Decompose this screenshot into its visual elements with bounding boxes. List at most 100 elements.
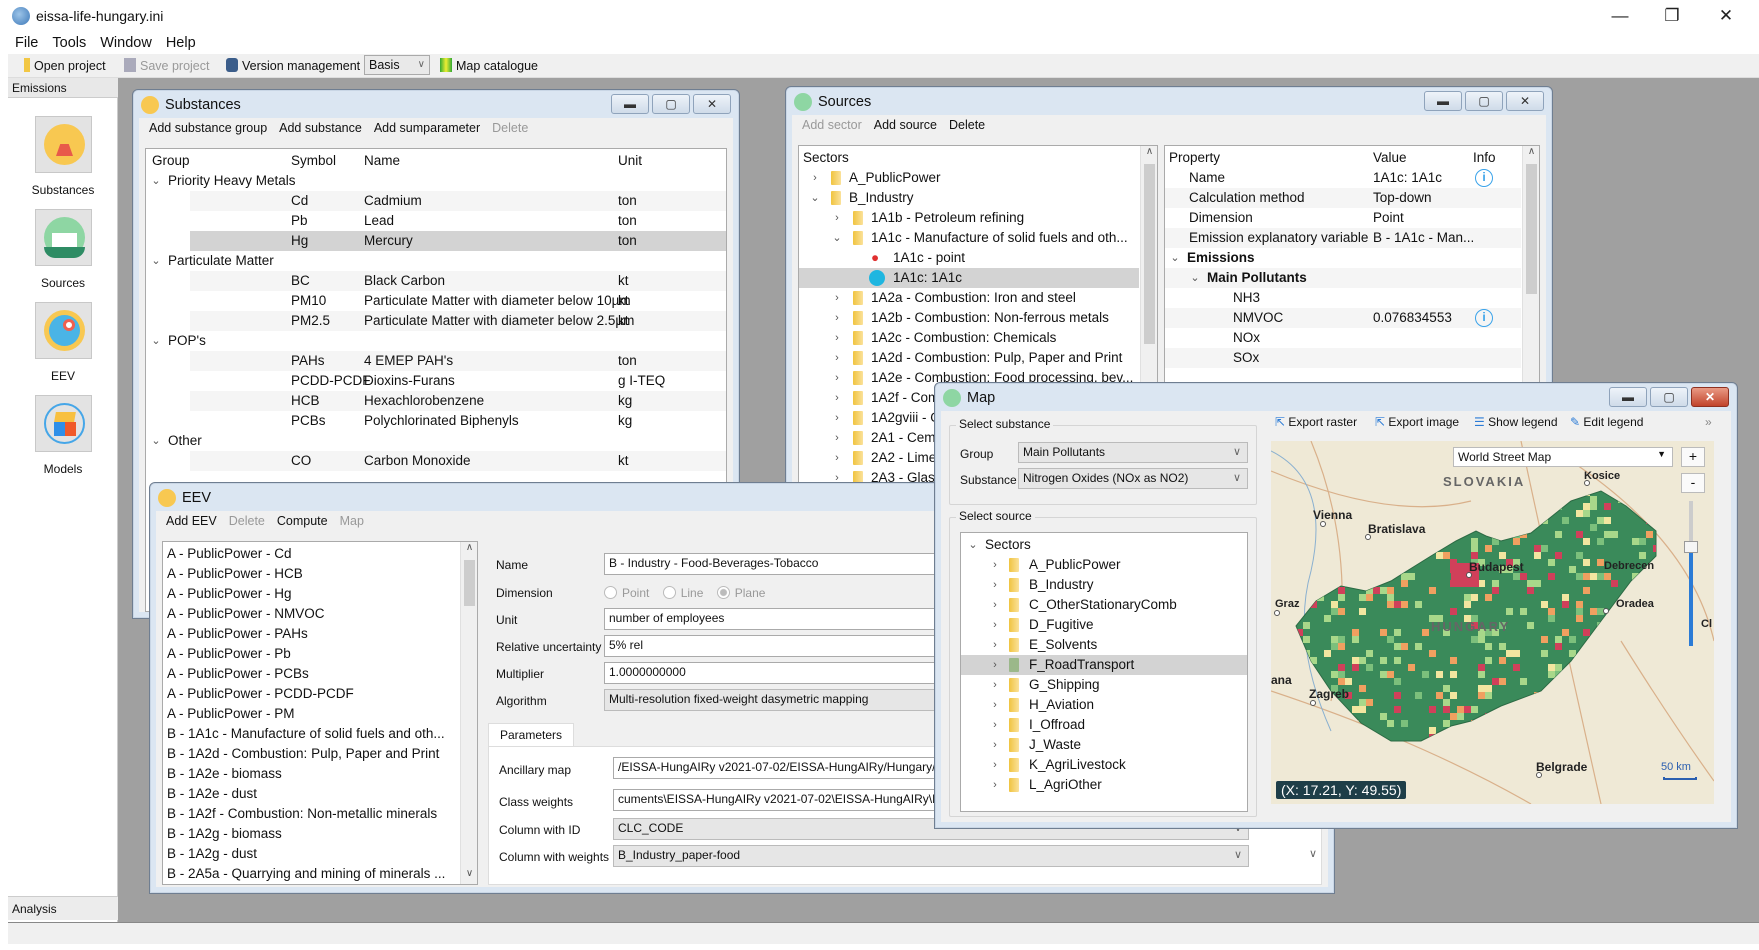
maximize-button[interactable]: ▢ <box>652 94 690 114</box>
chevron-right-icon[interactable]: › <box>809 168 821 188</box>
property-row[interactable]: Name 1A1c: 1A1c i <box>1165 168 1521 188</box>
eev-list-item[interactable]: A - PublicPower - Cd <box>163 544 459 564</box>
substance-select[interactable]: Nitrogen Oxides (NOx as NO2) ∨ <box>1018 468 1248 489</box>
column-header-name[interactable]: Name <box>364 151 400 171</box>
zoom-in-button[interactable]: + <box>1681 447 1705 467</box>
zoom-slider-handle[interactable] <box>1684 541 1698 554</box>
chevron-down-icon[interactable]: ⌄ <box>809 188 821 208</box>
minimize-button[interactable]: ▬ <box>611 94 649 114</box>
tree-item[interactable]: › B_Industry <box>961 575 1247 595</box>
delete-button[interactable]: Delete <box>949 118 985 132</box>
property-row[interactable]: Dimension Point <box>1165 208 1521 228</box>
add-source-button[interactable]: Add source <box>874 118 937 132</box>
eev-list-item[interactable]: A - PublicPower - Hg <box>163 584 459 604</box>
add-sumparameter-button[interactable]: Add sumparameter <box>374 121 480 135</box>
maximize-button[interactable]: ▢ <box>1465 91 1503 111</box>
column-header-value[interactable]: Value <box>1373 148 1407 168</box>
chevron-right-icon[interactable]: › <box>831 388 843 408</box>
scrollbar-thumb[interactable] <box>1526 164 1537 294</box>
radio-line[interactable]: Line <box>662 586 703 600</box>
minimize-button[interactable]: ▬ <box>1609 387 1647 407</box>
version-select[interactable]: Basis ∨ <box>364 55 430 75</box>
tree-item[interactable]: › L_AgriOther <box>961 775 1247 795</box>
show-legend-button[interactable]: ☰ Show legend <box>1474 415 1558 429</box>
eev-list-item[interactable]: B - 1A2f - Combustion: Non-metallic mine… <box>163 804 459 824</box>
table-row[interactable]: PM10 Particulate Matter with diameter bel… <box>190 291 726 311</box>
column-header-symbol[interactable]: Symbol <box>291 151 336 171</box>
tree-item[interactable]: › E_Solvents <box>961 635 1247 655</box>
group-select[interactable]: Main Pollutants ∨ <box>1018 442 1248 463</box>
chevron-right-icon[interactable]: › <box>989 555 1001 575</box>
export-raster-button[interactable]: ⇱ Export raster <box>1275 415 1357 429</box>
tree-item[interactable]: ● 1A1c - point <box>799 248 1139 268</box>
eev-list-item[interactable]: A - PublicPower - PCBs <box>163 664 459 684</box>
table-row[interactable]: PAHs 4 EMEP PAH's ton <box>190 351 726 371</box>
chevron-right-icon[interactable]: › <box>831 288 843 308</box>
scrollbar-thumb[interactable] <box>1144 164 1155 344</box>
restore-button[interactable]: ❐ <box>1652 4 1692 28</box>
close-button[interactable]: ✕ <box>693 94 731 114</box>
eev-list-item[interactable]: B - 1A2g - dust <box>163 844 459 864</box>
group-row[interactable]: ⌄ Other <box>146 431 726 451</box>
save-project-button[interactable]: Save project <box>124 57 209 75</box>
chevron-right-icon[interactable]: › <box>831 448 843 468</box>
chevron-down-icon[interactable]: ⌄ <box>150 251 162 271</box>
group-row[interactable]: ⌄ Priority Heavy Metals <box>146 171 726 191</box>
table-row[interactable]: CO Carbon Monoxide kt <box>190 451 726 471</box>
tab-parameters[interactable]: Parameters <box>488 723 574 747</box>
close-button[interactable]: ✕ <box>1506 91 1544 111</box>
chevron-down-icon[interactable]: ⌄ <box>1189 268 1201 288</box>
eev-list-item[interactable]: A - PublicPower - NMVOC <box>163 604 459 624</box>
tree-item[interactable]: › 1A2c - Combustion: Chemicals <box>799 328 1139 348</box>
chevron-right-icon[interactable]: › <box>831 428 843 448</box>
eev-list-item[interactable]: B - 1A2d - Combustion: Pulp, Paper and P… <box>163 744 459 764</box>
add-substance-button[interactable]: Add substance <box>279 121 362 135</box>
column-header-unit[interactable]: Unit <box>618 151 642 171</box>
property-row[interactable]: NH3 <box>1165 288 1521 308</box>
scroll-down-icon[interactable]: ∨ <box>461 868 477 884</box>
eev-list-item[interactable]: A - PublicPower - PAHs <box>163 624 459 644</box>
chevron-right-icon[interactable]: › <box>989 695 1001 715</box>
add-sector-button[interactable]: Add sector <box>802 118 862 132</box>
map-catalogue-button[interactable]: Map catalogue <box>440 57 538 75</box>
version-management-button[interactable]: Version management <box>226 57 360 75</box>
chevron-down-icon[interactable]: ⌄ <box>150 171 162 191</box>
tree-item[interactable]: › A_PublicPower <box>961 555 1247 575</box>
chevron-right-icon[interactable]: › <box>989 575 1001 595</box>
table-row[interactable]: PM2.5 Particulate Matter with diameter be… <box>190 311 726 331</box>
radio-point[interactable]: Point <box>604 586 649 600</box>
chevron-right-icon[interactable]: › <box>989 655 1001 675</box>
edit-legend-button[interactable]: ✎ Edit legend <box>1570 415 1643 429</box>
eev-list-item[interactable]: B - 1A2e - biomass <box>163 764 459 784</box>
chevron-right-icon[interactable]: › <box>831 208 843 228</box>
close-button[interactable]: ✕ <box>1691 387 1729 407</box>
nav-models-button[interactable] <box>35 395 92 452</box>
tree-root[interactable]: ⌄ Sectors <box>961 535 1247 555</box>
eev-list-item[interactable]: B - 1A2e - dust <box>163 784 459 804</box>
table-row[interactable]: HCB Hexachlorobenzene kg <box>190 391 726 411</box>
chevron-right-icon[interactable]: › <box>989 715 1001 735</box>
chevron-right-icon[interactable]: › <box>989 595 1001 615</box>
compute-button[interactable]: Compute <box>277 514 328 528</box>
tree-item[interactable]: › G_Shipping <box>961 675 1247 695</box>
eev-list-item[interactable]: A - PublicPower - Pb <box>163 644 459 664</box>
tree-item[interactable]: › H_Aviation <box>961 695 1247 715</box>
delete-button[interactable]: Delete <box>492 121 528 135</box>
eev-list-item[interactable]: A - PublicPower - PM <box>163 704 459 724</box>
map-button[interactable]: Map <box>340 514 364 528</box>
property-row[interactable]: Emission explanatory variable B - 1A1c - … <box>1165 228 1521 248</box>
tree-item[interactable]: › K_AgriLivestock <box>961 755 1247 775</box>
tree-item[interactable]: › 1A2d - Combustion: Pulp, Paper and Prin… <box>799 348 1139 368</box>
chevron-right-icon[interactable]: › <box>989 615 1001 635</box>
column-header-info[interactable]: Info <box>1473 148 1496 168</box>
panel-header-emissions[interactable]: Emissions <box>8 78 118 98</box>
chevron-right-icon[interactable]: › <box>989 635 1001 655</box>
nav-eev-button[interactable] <box>35 302 92 359</box>
table-row[interactable]: PCBs Polychlorinated Biphenyls kg <box>190 411 726 431</box>
eev-list-item[interactable]: A - PublicPower - PCDD-PCDF <box>163 684 459 704</box>
eev-list-item[interactable]: B - 2A5a - Quarrying and mining of miner… <box>163 864 459 884</box>
zoom-out-button[interactable]: - <box>1681 473 1705 493</box>
table-row[interactable]: Hg Mercury ton <box>190 231 726 251</box>
scroll-down-icon[interactable]: ∨ <box>1309 847 1317 860</box>
tree-item[interactable]: › J_Waste <box>961 735 1247 755</box>
